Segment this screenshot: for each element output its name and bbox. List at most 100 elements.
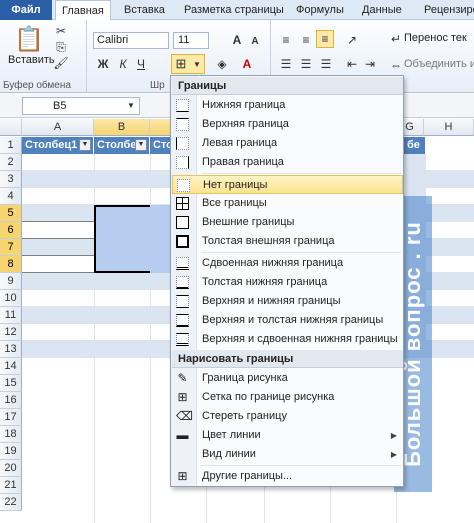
shrink-font-icon[interactable]: A — [248, 34, 262, 48]
row-header[interactable]: 22 — [0, 494, 22, 511]
menu-item-draw-border[interactable]: ✎ Граница рисунка — [172, 369, 403, 388]
tab-review[interactable]: Рецензиро — [418, 0, 474, 20]
font-group-label: Шр — [150, 80, 165, 91]
align-left-icon[interactable]: ☰ — [278, 56, 294, 72]
wrap-text-button[interactable]: Перенос тек — [404, 32, 467, 44]
row-header[interactable]: 17 — [0, 409, 22, 426]
menu-item-top-thick-bottom-border[interactable]: Верхняя и толстая нижняя границы — [172, 311, 403, 330]
thick-bottom-border-icon — [176, 276, 189, 289]
menu-item-right-border[interactable]: Правая граница — [172, 153, 403, 172]
row-header-selected[interactable]: 8 — [0, 256, 22, 273]
table-header-cell[interactable]: Столбе ▼ — [94, 137, 150, 154]
tab-insert[interactable]: Вставка — [118, 0, 171, 20]
menu-item-top-border[interactable]: Верхняя граница — [172, 115, 403, 134]
row-header[interactable]: 4 — [0, 188, 22, 205]
cut-icon[interactable]: ✂ — [54, 24, 68, 38]
filter-dropdown-icon[interactable]: ▼ — [135, 139, 147, 151]
menu-item-line-style[interactable]: Вид линии ▶ — [172, 445, 403, 464]
align-middle-icon[interactable]: ≡ — [298, 32, 314, 48]
menu-item-left-border[interactable]: Левая граница — [172, 134, 403, 153]
row-header[interactable]: 19 — [0, 443, 22, 460]
fill-color-icon[interactable]: ◈ — [213, 56, 231, 72]
chevron-down-icon[interactable]: ▼ — [126, 100, 136, 110]
align-bottom-icon[interactable]: ≡ — [316, 30, 334, 48]
row-header[interactable]: 16 — [0, 392, 22, 409]
menu-item-top-bottom-border[interactable]: Верхняя и нижняя границы — [172, 292, 403, 311]
row-header[interactable]: 12 — [0, 324, 22, 341]
borders-button[interactable]: ⊞ ▼ — [171, 54, 205, 74]
row-header[interactable]: 2 — [0, 154, 22, 171]
row-header-selected[interactable]: 7 — [0, 239, 22, 256]
paste-icon[interactable]: 📋 — [14, 24, 44, 54]
select-all-corner[interactable] — [0, 119, 22, 136]
menu-item-draw-border-grid[interactable]: ⊞ Сетка по границе рисунка — [172, 388, 403, 407]
menu-item-outside-borders[interactable]: Внешние границы — [172, 213, 403, 232]
menu-item-erase-border[interactable]: ⌫ Стереть границу — [172, 407, 403, 426]
font-color-icon[interactable]: A — [238, 56, 256, 72]
underline-icon[interactable]: Ч — [134, 56, 148, 72]
row-header[interactable]: 15 — [0, 375, 22, 392]
row-header[interactable]: 1 — [0, 137, 22, 154]
font-size-select[interactable]: 11 — [173, 32, 209, 49]
menu-item-thick-bottom-border[interactable]: Толстая нижняя граница — [172, 273, 403, 292]
table-header-cell[interactable]: Сто — [150, 137, 172, 154]
tab-formulas[interactable]: Формулы — [290, 0, 350, 20]
align-right-icon[interactable]: ☰ — [318, 56, 334, 72]
menu-item-double-bottom-border[interactable]: Сдвоенная нижняя граница — [172, 254, 403, 273]
row-header[interactable]: 18 — [0, 426, 22, 443]
tab-file[interactable]: Файл — [0, 0, 52, 20]
row-header[interactable]: 21 — [0, 477, 22, 494]
selected-range-continued[interactable] — [150, 205, 172, 273]
copy-icon[interactable]: ⎘ — [54, 40, 68, 54]
table-header-cell[interactable]: Столбец1 ▼ — [22, 137, 94, 154]
row-header[interactable]: 20 — [0, 460, 22, 477]
row-header[interactable]: 13 — [0, 341, 22, 358]
menu-item-top-double-bottom-border[interactable]: Верхняя и сдвоенная нижняя границы — [172, 330, 403, 349]
menu-item-line-color[interactable]: ▬ Цвет линии ▶ — [172, 426, 403, 445]
column-header-h[interactable]: H — [424, 119, 474, 136]
row-header[interactable]: 11 — [0, 307, 22, 324]
row-header-selected[interactable]: 5 — [0, 205, 22, 222]
double-bottom-border-icon — [176, 257, 189, 270]
increase-indent-icon[interactable]: ⇥ — [362, 56, 378, 72]
tab-home[interactable]: Главная — [55, 0, 111, 21]
menu-item-label: Правая граница — [202, 156, 284, 168]
merge-icon[interactable]: ⇔ — [390, 58, 402, 72]
row-header[interactable]: 10 — [0, 290, 22, 307]
menu-item-label: Цвет линии — [202, 429, 261, 441]
row-header[interactable]: 14 — [0, 358, 22, 375]
menu-item-all-borders[interactable]: Все границы — [172, 194, 403, 213]
paste-button-label[interactable]: Вставить — [8, 54, 55, 66]
name-box[interactable]: B5 — [22, 97, 140, 115]
bold-icon[interactable]: Ж — [96, 56, 110, 72]
selected-range[interactable] — [94, 205, 152, 273]
format-painter-icon[interactable]: 🖌 — [53, 56, 68, 70]
font-name-select[interactable]: Calibri — [93, 32, 169, 49]
filter-dropdown-icon[interactable]: ▼ — [79, 139, 91, 151]
decrease-indent-icon[interactable]: ⇤ — [344, 56, 360, 72]
menu-item-label: Толстая нижняя граница — [202, 276, 328, 288]
column-header-b[interactable]: B — [94, 119, 150, 136]
tab-page-layout[interactable]: Разметка страницы — [178, 0, 290, 20]
row-header[interactable]: 3 — [0, 171, 22, 188]
menu-item-no-border[interactable]: Нет границы — [172, 175, 403, 194]
italic-icon[interactable]: К — [116, 56, 130, 72]
menu-item-bottom-border[interactable]: Нижняя граница — [172, 96, 403, 115]
align-center-icon[interactable]: ☰ — [298, 56, 314, 72]
menu-item-more-borders[interactable]: ⊞ Другие границы... — [172, 467, 403, 486]
border-bottom-icon — [176, 99, 189, 112]
submenu-arrow-icon: ▶ — [390, 450, 397, 459]
column-header-a[interactable]: A — [22, 119, 94, 136]
table-header-label: бе — [407, 139, 420, 151]
grow-font-icon[interactable]: A — [230, 33, 244, 47]
border-left-icon — [176, 137, 189, 150]
wrap-text-icon[interactable]: ↵ — [390, 32, 402, 46]
align-top-icon[interactable]: ≡ — [278, 32, 294, 48]
tab-data[interactable]: Данные — [356, 0, 408, 20]
orientation-icon[interactable]: ↗ — [344, 32, 360, 48]
row-header-selected[interactable]: 6 — [0, 222, 22, 239]
merge-button[interactable]: Объединить и — [404, 58, 474, 70]
table-header-cell[interactable]: бе — [404, 137, 426, 154]
menu-item-thick-box-border[interactable]: Толстая внешняя граница — [172, 232, 403, 251]
row-header[interactable]: 9 — [0, 273, 22, 290]
